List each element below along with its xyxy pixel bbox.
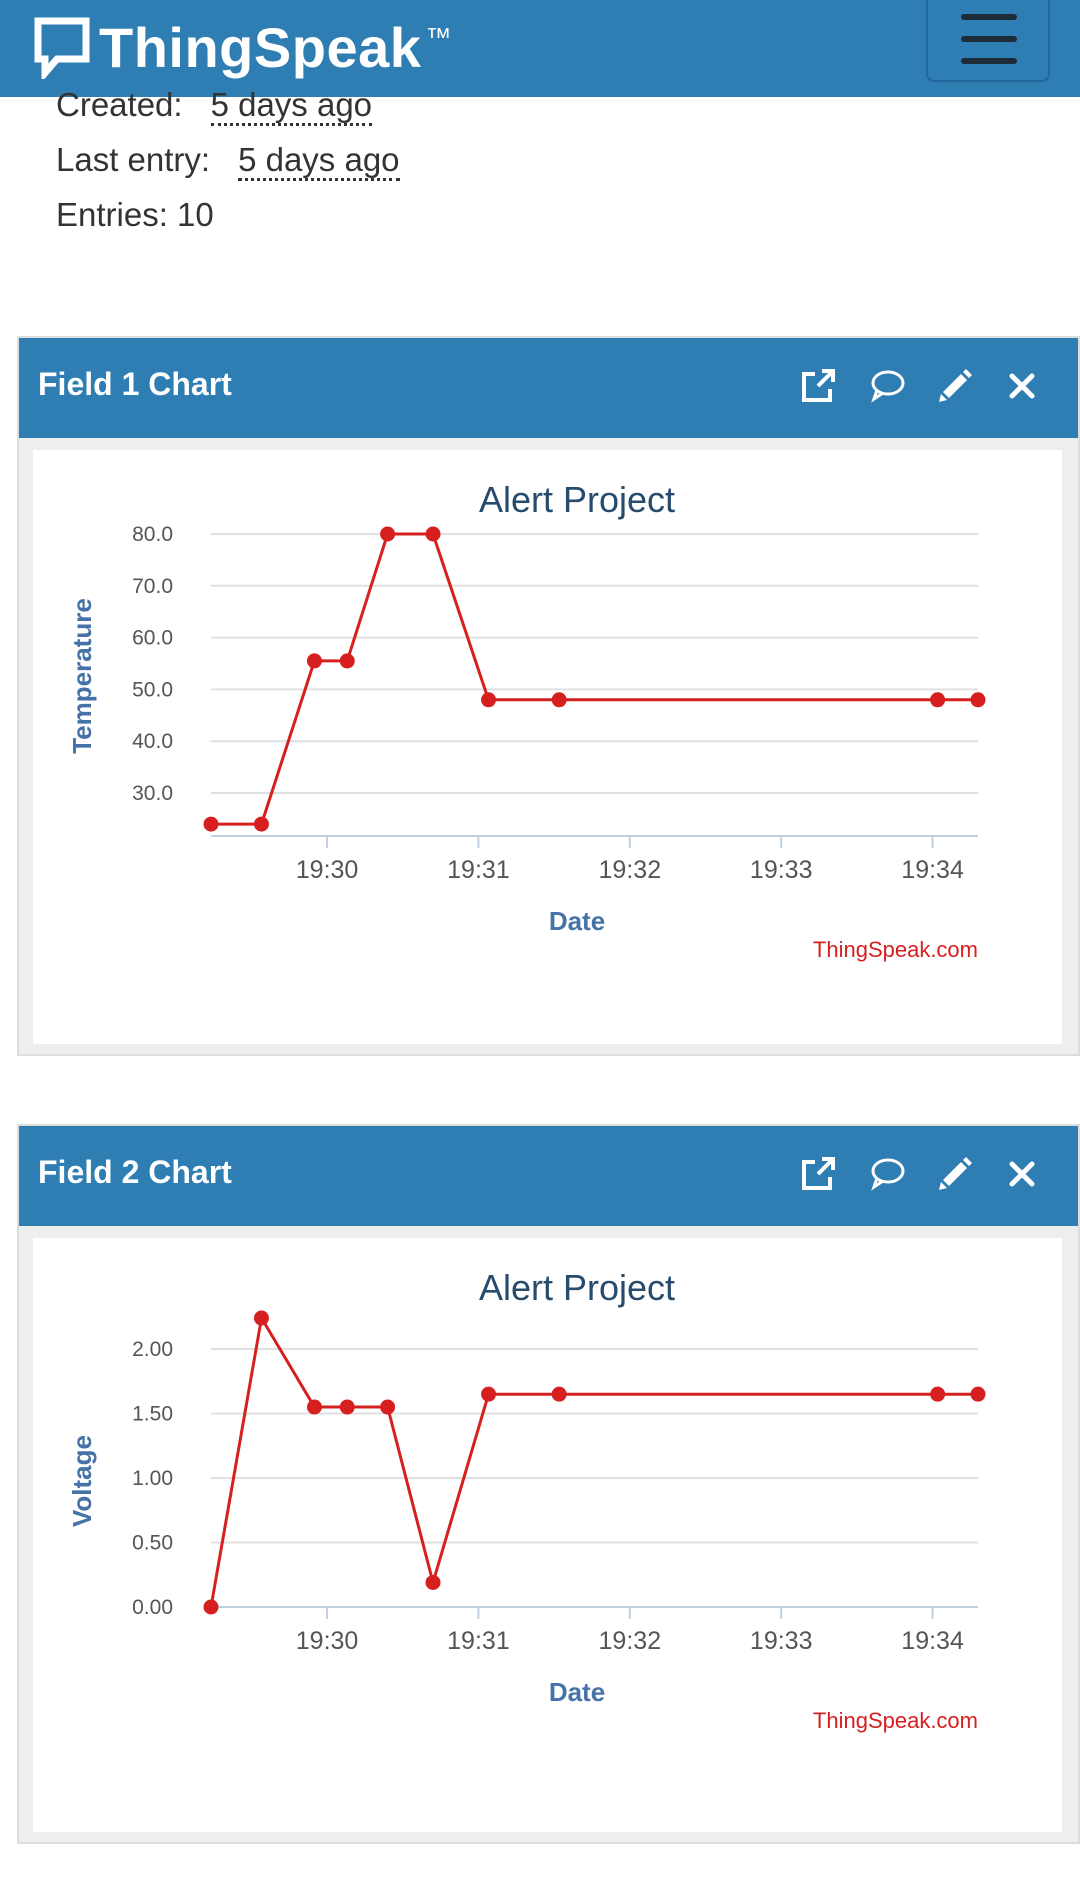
- y-tick-label: 1.00: [132, 1467, 173, 1490]
- x-tick-label: 19:30: [296, 1627, 359, 1655]
- last-entry-row: Last entry: 5 days ago: [56, 141, 400, 181]
- pencil-icon[interactable]: [935, 1154, 975, 1194]
- data-point: [339, 653, 355, 669]
- close-icon[interactable]: [1002, 366, 1042, 406]
- data-point: [380, 526, 396, 542]
- brand-link[interactable]: ThingSpeak ™: [33, 12, 451, 82]
- y-tick-label: 0.50: [132, 1532, 173, 1555]
- data-point: [930, 692, 946, 708]
- data-point: [339, 1399, 355, 1415]
- comment-icon[interactable]: [868, 366, 908, 406]
- data-point: [481, 692, 497, 708]
- series-line: [209, 1313, 978, 1608]
- data-point: [425, 526, 441, 542]
- x-axis-title: Date: [549, 1677, 605, 1707]
- data-point: [551, 692, 567, 708]
- entries-count: Entries: 10: [56, 196, 214, 233]
- field-1-line-chart: Alert Project 30.0 40.0 50.0 60.0 70.0 80.0 19:…: [67, 479, 986, 962]
- created-row: Created: 5 days ago: [56, 86, 373, 126]
- x-tick-label: 19:33: [750, 856, 813, 884]
- data-point: [970, 1386, 986, 1402]
- x-tick-label: 19:34: [901, 1627, 964, 1655]
- credits-link: ThingSpeak.com: [813, 937, 978, 962]
- series-line: [211, 532, 978, 826]
- x-tick-label: 19:30: [296, 856, 359, 884]
- data-point: [930, 1386, 946, 1402]
- created-label: Created:: [56, 86, 183, 123]
- external-link-icon[interactable]: [798, 1154, 838, 1194]
- x-tick-label: 19:32: [599, 856, 662, 884]
- x-tick-label: 19:31: [447, 856, 510, 884]
- last-entry-label: Last entry:: [56, 141, 211, 178]
- y-tick-label: 1.50: [132, 1403, 173, 1426]
- data-point: [306, 1399, 322, 1415]
- x-tick-label: 19:33: [750, 1627, 813, 1655]
- chart-title: Alert Project: [479, 1267, 675, 1308]
- hamburger-menu-icon[interactable]: [926, 0, 1050, 82]
- pencil-icon[interactable]: [935, 366, 975, 406]
- data-point: [306, 653, 322, 669]
- y-axis-title: Voltage: [67, 1435, 97, 1527]
- external-link-icon[interactable]: [798, 366, 838, 406]
- x-axis-title: Date: [549, 906, 605, 936]
- y-tick-label: 0.00: [132, 1596, 173, 1619]
- data-point: [425, 1574, 441, 1590]
- data-point: [481, 1386, 497, 1402]
- data-point: [253, 1310, 269, 1326]
- panel-title: Field 1 Chart: [38, 366, 232, 402]
- data-point: [203, 1599, 219, 1615]
- field-1-chart-panel: Field 1 Chart Alert Project 30.0 40.0 50.0 6…: [17, 336, 1080, 1056]
- x-tick-label: 19:31: [447, 1627, 510, 1655]
- chart-area: Alert Project 0.00 0.50 1.00 1.50 2.00 19:30 19…: [33, 1238, 1062, 1832]
- data-point: [970, 692, 986, 708]
- chart-area: Alert Project 30.0 40.0 50.0 60.0 70.0 80.0 19:…: [33, 450, 1062, 1044]
- field-2-chart-panel: Field 2 Chart Alert Project 0.00 0.50 1.00 1…: [17, 1124, 1080, 1844]
- y-tick-label: 30.0: [132, 782, 173, 805]
- credits-link: ThingSpeak.com: [813, 1708, 978, 1733]
- created-value: 5 days ago: [210, 86, 373, 126]
- data-point: [380, 1399, 396, 1415]
- chart-title: Alert Project: [479, 479, 675, 520]
- data-point: [551, 1386, 567, 1402]
- y-axis-title: Temperature: [67, 598, 97, 754]
- top-navbar: ThingSpeak ™: [0, 0, 1080, 97]
- panel-header: Field 2 Chart: [19, 1126, 1078, 1226]
- y-tick-label: 40.0: [132, 730, 173, 753]
- x-tick-label: 19:34: [901, 856, 964, 884]
- data-point: [253, 816, 269, 832]
- y-tick-label: 60.0: [132, 627, 173, 650]
- field-2-line-chart: Alert Project 0.00 0.50 1.00 1.50 2.00 19:30 19…: [67, 1267, 986, 1733]
- x-tick-label: 19:32: [599, 1627, 662, 1655]
- panel-title: Field 2 Chart: [38, 1154, 232, 1190]
- y-tick-label: 50.0: [132, 678, 173, 701]
- y-tick-label: 80.0: [132, 523, 173, 546]
- brand-trademark: ™: [425, 22, 452, 52]
- data-point: [203, 816, 219, 832]
- y-tick-label: 2.00: [132, 1338, 173, 1361]
- comment-icon[interactable]: [868, 1154, 908, 1194]
- y-tick-label: 70.0: [132, 575, 173, 598]
- close-icon[interactable]: [1002, 1154, 1042, 1194]
- panel-header: Field 1 Chart: [19, 338, 1078, 438]
- last-entry-value: 5 days ago: [238, 141, 400, 181]
- brand-name: ThingSpeak: [99, 15, 422, 79]
- speech-bubble-logo-icon: [34, 17, 90, 79]
